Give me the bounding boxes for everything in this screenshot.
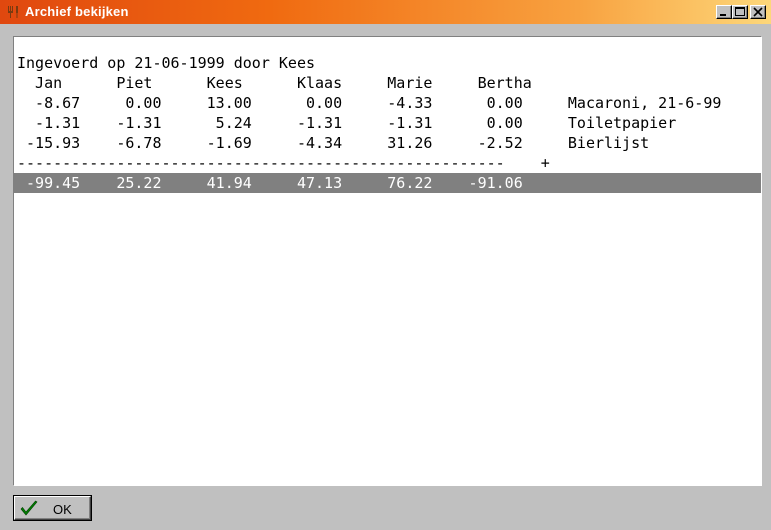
list-item[interactable]: -1.31 -1.31 5.24 -1.31 -1.31 0.00 Toilet…	[17, 113, 676, 133]
window-title: Archief bekijken	[25, 4, 129, 19]
sum-separator: ----------------------------------------…	[17, 154, 550, 172]
minimize-icon	[720, 14, 726, 16]
title-bar[interactable]: Archief bekijken	[0, 0, 771, 24]
list-item[interactable]: -15.93 -6.78 -1.69 -4.34 31.26 -2.52 Bie…	[17, 133, 649, 153]
ok-button[interactable]: OK	[13, 495, 92, 521]
close-button[interactable]	[750, 5, 766, 19]
checkmark-icon	[19, 500, 39, 523]
cutlery-icon[interactable]	[5, 4, 21, 20]
ok-button-face: OK	[14, 496, 91, 520]
ok-label: OK	[53, 502, 72, 517]
column-headers: Jan Piet Kees Klaas Marie Bertha	[17, 74, 532, 92]
totals-row[interactable]: -99.45 25.22 41.94 47.13 76.22 -91.06	[14, 173, 761, 193]
report-header: Ingevoerd op 21-06-1999 door Kees	[17, 54, 316, 72]
maximize-button[interactable]	[732, 5, 748, 19]
close-icon	[753, 7, 763, 17]
minimize-button[interactable]	[716, 5, 732, 19]
maximize-icon	[735, 7, 745, 16]
archive-content[interactable]: Ingevoerd op 21-06-1999 door Kees Jan Pi…	[13, 36, 762, 486]
archive-window: Archief bekijken Ingevoerd op 21-06-1999…	[0, 0, 771, 530]
list-item[interactable]: -8.67 0.00 13.00 0.00 -4.33 0.00 Macaron…	[17, 93, 721, 113]
totals-values: -99.45 25.22 41.94 47.13 76.22 -91.06	[17, 174, 523, 192]
